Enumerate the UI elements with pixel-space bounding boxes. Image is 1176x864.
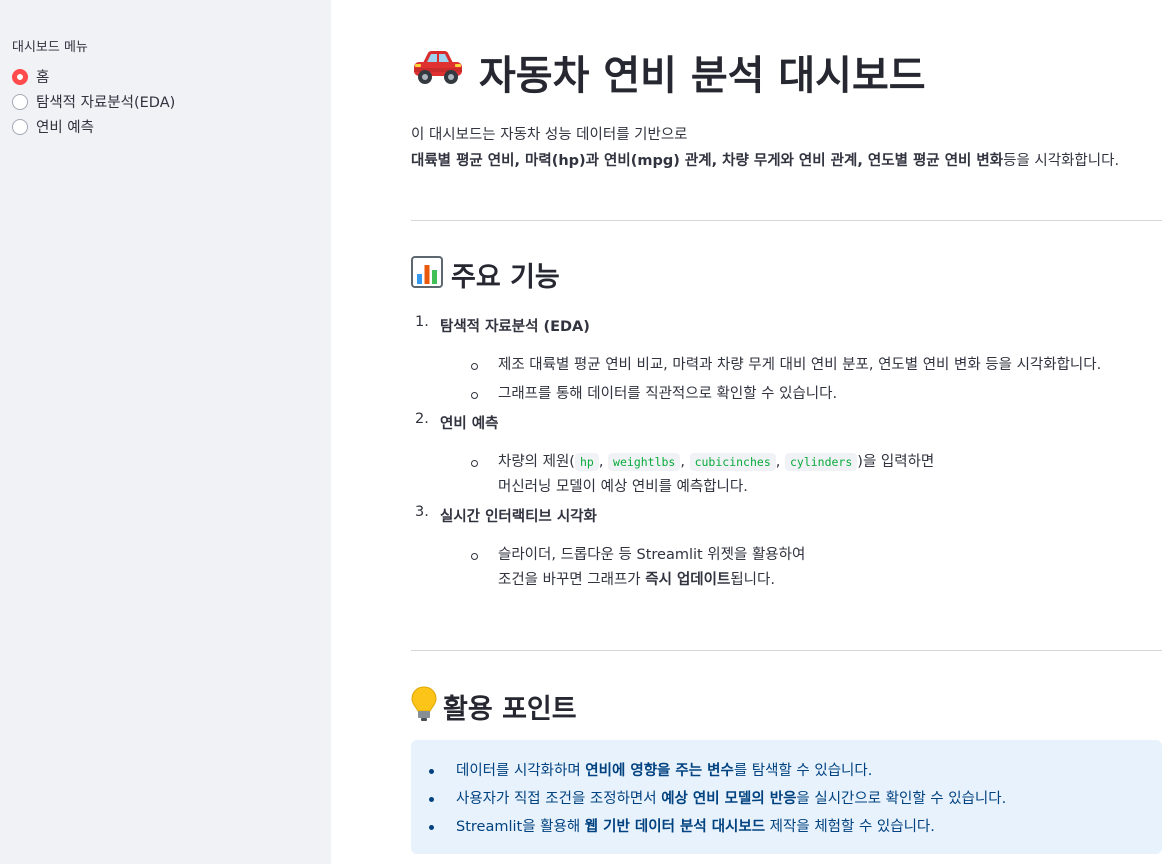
info-item-text: 을 실시간으로 확인할 수 있습니다.	[796, 791, 1007, 807]
feature-title-bold: 연비 예측	[440, 416, 499, 432]
page-title: 자동차 연비 분석 대시보드	[411, 46, 926, 106]
points-title-text: 활용 포인트	[443, 694, 577, 725]
info-item: Streamlit을 활용해 웹 기반 데이터 분석 대시보드 제작을 체험할 …	[411, 813, 1162, 841]
feature-title: 연비 예측	[440, 411, 1162, 437]
sub-list: 슬라이더, 드롭다운 등 Streamlit 위젯을 활용하여 조건을 바꾸면 …	[440, 543, 1162, 593]
radio-label-eda: 탐색적 자료분석(EDA)	[36, 95, 176, 111]
sidebar: 대시보드 메뉴 홈 탐색적 자료분석(EDA) 연비 예측	[0, 0, 331, 864]
title-text: 자동차 연비 분석 대시보드	[479, 53, 926, 99]
radio-option-prediction[interactable]: 연비 예측	[12, 114, 331, 139]
code-weightlbs: weightlbs	[608, 453, 681, 471]
feature-title-rest: (EDA)	[538, 319, 590, 335]
intro-text: 이 대시보드는 자동차 성능 데이터를 기반으로 대륙별 평균 연비, 마력(h…	[411, 122, 1162, 174]
sub-item-text: )을 입력하면	[857, 454, 935, 470]
list-number: 3.	[415, 504, 429, 520]
intro-line-2-bold: 대륙별 평균 연비, 마력(hp)과 연비(mpg) 관계, 차량 무게와 연비…	[411, 153, 1004, 169]
sub-item-text: 됩니다.	[730, 572, 775, 588]
code-hp: hp	[574, 453, 599, 471]
section-title-points: 활용 포인트	[411, 686, 577, 734]
feature-title: 탐색적 자료분석 (EDA)	[440, 314, 1162, 340]
sub-list: 제조 대륙별 평균 연비 비교, 마력과 차량 무게 대비 연비 분포, 연도별…	[440, 353, 1162, 407]
code-cubicinches: cubicinches	[689, 453, 776, 471]
info-box: 데이터를 시각화하며 연비에 영향을 주는 변수를 탐색할 수 있습니다. 사용…	[411, 740, 1162, 854]
sub-item-text: 머신러닝 모델이 예상 연비를 예측합니다.	[498, 479, 748, 495]
sub-item-text: 슬라이더, 드롭다운 등 Streamlit 위젯을 활용하여	[498, 547, 806, 563]
feature-title-bold: 실시간 인터랙티브 시각화	[440, 509, 597, 525]
feature-title-bold: 탐색적 자료분석	[440, 319, 539, 335]
list-item: 3. 실시간 인터랙티브 시각화 슬라이더, 드롭다운 등 Streamlit …	[411, 504, 1162, 593]
section-title-features: 주요 기능	[411, 256, 560, 300]
intro-line-2-rest: 등을 시각화합니다.	[1003, 153, 1120, 169]
car-icon	[411, 46, 465, 106]
sub-item: 차량의 제원(hp, weightlbs, cubicinches, cylin…	[440, 450, 1162, 500]
info-item-text: 제작을 체험할 수 있습니다.	[765, 819, 935, 835]
info-item-text: 데이터를 시각화하며	[456, 763, 586, 779]
radio-unselected-icon[interactable]	[12, 93, 28, 110]
list-number: 1.	[415, 314, 429, 330]
feature-title: 실시간 인터랙티브 시각화	[440, 504, 1162, 530]
radio-label-home: 홈	[36, 70, 50, 86]
list-number: 2.	[415, 411, 429, 427]
radio-option-home[interactable]: 홈	[12, 64, 331, 89]
info-item-text: 사용자가 직접 조건을 조정하면서	[456, 791, 662, 807]
info-item-text: Streamlit을 활용해	[456, 819, 585, 835]
lightbulb-icon	[411, 686, 437, 734]
radio-option-eda[interactable]: 탐색적 자료분석(EDA)	[12, 89, 331, 114]
code-cylinders: cylinders	[784, 453, 858, 471]
radio-label-prediction: 연비 예측	[36, 120, 94, 136]
sub-item: 제조 대륙별 평균 연비 비교, 마력과 차량 무게 대비 연비 분포, 연도별…	[440, 353, 1162, 378]
list-item: 2. 연비 예측 차량의 제원(hp, weightlbs, cubicinch…	[411, 411, 1162, 500]
intro-line-1: 이 대시보드는 자동차 성능 데이터를 기반으로	[411, 127, 688, 143]
radio-unselected-icon[interactable]	[12, 118, 28, 135]
info-item: 사용자가 직접 조건을 조정하면서 예상 연비 모델의 반응을 실시간으로 확인…	[411, 785, 1162, 813]
intro-line-2: 대륙별 평균 연비, 마력(hp)과 연비(mpg) 관계, 차량 무게와 연비…	[411, 148, 1162, 174]
sub-item-text: 차량의 제원(	[498, 454, 575, 470]
info-item-bold: 예상 연비 모델의 반응	[661, 791, 797, 807]
divider	[411, 220, 1162, 221]
info-item-bold: 연비에 영향을 주는 변수	[585, 763, 734, 779]
sub-list: 차량의 제원(hp, weightlbs, cubicinches, cylin…	[440, 450, 1162, 500]
list-item: 1. 탐색적 자료분석 (EDA) 제조 대륙별 평균 연비 비교, 마력과 차…	[411, 314, 1162, 407]
sidebar-menu-label: 대시보드 메뉴	[12, 40, 88, 55]
sub-item: 슬라이더, 드롭다운 등 Streamlit 위젯을 활용하여 조건을 바꾸면 …	[440, 543, 1162, 593]
sub-item-bold: 즉시 업데이트	[645, 572, 731, 588]
info-item-bold: 웹 기반 데이터 분석 대시보드	[584, 819, 766, 835]
divider	[411, 650, 1162, 651]
features-list: 1. 탐색적 자료분석 (EDA) 제조 대륙별 평균 연비 비교, 마력과 차…	[411, 314, 1162, 597]
features-title-text: 주요 기능	[451, 262, 560, 293]
info-item-text: 를 탐색할 수 있습니다.	[733, 763, 873, 779]
info-item: 데이터를 시각화하며 연비에 영향을 주는 변수를 탐색할 수 있습니다.	[411, 757, 1162, 785]
sub-item: 그래프를 통해 데이터를 직관적으로 확인할 수 있습니다.	[440, 382, 1162, 407]
sub-item-text: 조건을 바꾸면 그래프가	[498, 572, 646, 588]
radio-selected-icon[interactable]	[12, 68, 28, 85]
bar-chart-icon	[411, 256, 443, 300]
